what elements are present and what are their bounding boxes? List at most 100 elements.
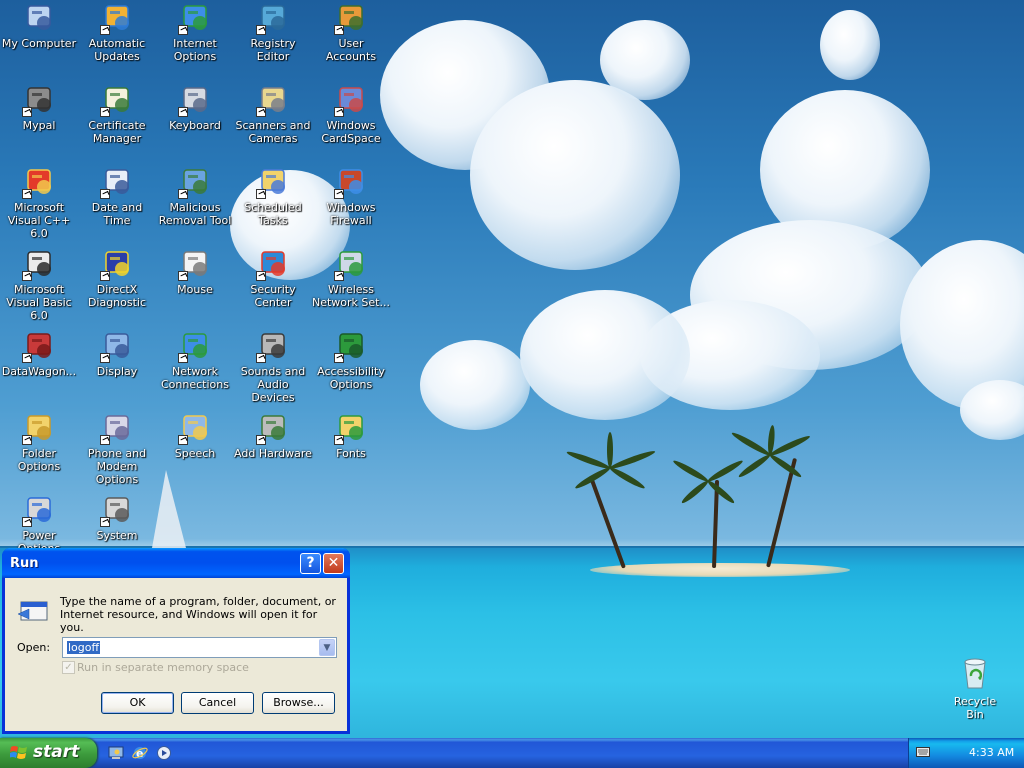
shortcut-arrow-icon: [178, 107, 188, 117]
keyboard-icon: [178, 84, 211, 117]
network-icon: [178, 330, 211, 363]
shortcut-arrow-icon: [178, 189, 188, 199]
phone-icon: [100, 412, 133, 445]
shortcut-arrow-icon: [256, 189, 266, 199]
open-combobox[interactable]: logoff ▼: [62, 637, 337, 658]
shortcut-arrow-icon: [178, 25, 188, 35]
removal-tool-icon: [178, 166, 211, 199]
shortcut-arrow-icon: [256, 435, 266, 445]
desktop-icon-label: DirectX Diagnostic: [87, 283, 147, 309]
desktop-icon[interactable]: Scanners and Cameras: [234, 82, 312, 162]
desktop-icon-label: Speech: [174, 447, 216, 460]
desktop-icon-label: Windows CardSpace: [321, 119, 381, 145]
desktop-icon[interactable]: Security Center: [234, 246, 312, 326]
desktop-icon-label: Microsoft Visual C++ 6.0: [7, 201, 71, 240]
desktop-icon[interactable]: Scheduled Tasks: [234, 164, 312, 244]
desktop-icon[interactable]: Accessibility Options: [312, 328, 390, 408]
desktop-icon[interactable]: Display: [78, 328, 156, 408]
desktop-icon-label: DataWagon...: [1, 365, 77, 378]
shortcut-arrow-icon: [100, 353, 110, 363]
desktop-icon[interactable]: Microsoft Visual C++ 6.0: [0, 164, 78, 244]
separate-memory-checkbox[interactable]: ✓: [62, 661, 75, 674]
desktop-icon[interactable]: Speech: [156, 410, 234, 490]
shortcut-arrow-icon: [100, 271, 110, 281]
desktop-icon[interactable]: My Computer: [0, 0, 78, 80]
shortcut-arrow-icon: [256, 271, 266, 281]
desktop-icon[interactable]: Date and Time: [78, 164, 156, 244]
clock-icon: [100, 166, 133, 199]
desktop-icon[interactable]: Certificate Manager: [78, 82, 156, 162]
mouse-icon: [178, 248, 211, 281]
desktop-icon-label: Automatic Updates: [88, 37, 146, 63]
shortcut-arrow-icon: [22, 189, 32, 199]
desktop-icon[interactable]: Sounds and Audio Devices: [234, 328, 312, 408]
firewall-icon: [334, 166, 367, 199]
desktop-icon-label: Date and Time: [91, 201, 143, 227]
dialog-title: Run: [10, 556, 39, 571]
desktop-icon[interactable]: Mypal: [0, 82, 78, 162]
desktop-icon[interactable]: Mouse: [156, 246, 234, 326]
show-desktop-icon[interactable]: [108, 745, 124, 761]
desktop-icon-label: System: [96, 529, 138, 542]
windows-logo-icon: [10, 746, 27, 759]
ok-button[interactable]: OK: [101, 692, 174, 714]
desktop-icon[interactable]: Malicious Removal Tool: [156, 164, 234, 244]
close-button[interactable]: ✕: [323, 553, 344, 574]
certificate-icon: [100, 84, 133, 117]
start-button[interactable]: start: [0, 738, 97, 768]
desktop-icon[interactable]: Phone and Modem Options: [78, 410, 156, 490]
desktop-icon-label: Security Center: [250, 283, 296, 309]
chevron-down-icon[interactable]: ▼: [319, 639, 335, 656]
speech-icon: [178, 412, 211, 445]
desktop-icon[interactable]: Registry Editor: [234, 0, 312, 80]
desktop-icon[interactable]: Folder Options: [0, 410, 78, 490]
desktop-icon-label: Phone and Modem Options: [87, 447, 147, 486]
registry-icon: [256, 2, 289, 35]
display-icon: [100, 330, 133, 363]
visual-basic-icon: [22, 248, 55, 281]
desktop-icon[interactable]: Fonts: [312, 410, 390, 490]
desktop-icon-label: Fonts: [336, 447, 366, 460]
run-program-icon: [18, 601, 48, 621]
open-input[interactable]: logoff: [67, 641, 101, 654]
desktop-icon[interactable]: Windows Firewall: [312, 164, 390, 244]
internet-explorer-icon[interactable]: e: [132, 745, 148, 761]
taskbar: start e 4:33 AM: [0, 738, 1024, 768]
keyboard-icon[interactable]: [916, 747, 930, 757]
scanner-icon: [256, 84, 289, 117]
desktop-icon[interactable]: Windows CardSpace: [312, 82, 390, 162]
desktop-icon[interactable]: Keyboard: [156, 82, 234, 162]
shortcut-arrow-icon: [100, 517, 110, 527]
shortcut-arrow-icon: [334, 25, 344, 35]
desktop-icon-label: Sounds and Audio Devices: [240, 365, 306, 404]
desktop-icon[interactable]: Microsoft Visual Basic 6.0: [0, 246, 78, 326]
island: [590, 563, 850, 577]
desktop-icon[interactable]: Automatic Updates: [78, 0, 156, 80]
users-icon: [334, 2, 367, 35]
desktop-icon[interactable]: DataWagon...: [0, 328, 78, 408]
recycle-bin[interactable]: Recycle Bin: [944, 656, 1006, 721]
desktop-icon-label: Network Connections: [161, 365, 229, 391]
dialog-description: Type the name of a program, folder, docu…: [60, 595, 336, 634]
desktop-icon[interactable]: Add Hardware: [234, 410, 312, 490]
help-button[interactable]: ?: [300, 553, 321, 574]
desktop-icon[interactable]: Wireless Network Set...: [312, 246, 390, 326]
speaker-icon: [256, 330, 289, 363]
desktop-icon-label: Malicious Removal Tool: [158, 201, 232, 227]
shortcut-arrow-icon: [100, 107, 110, 117]
desktop-icon[interactable]: Internet Options: [156, 0, 234, 80]
desktop-icon-label: Mouse: [177, 283, 213, 296]
desktop-icon[interactable]: User Accounts: [312, 0, 390, 80]
run-dialog-titlebar[interactable]: Run ? ✕: [2, 548, 350, 578]
clock[interactable]: 4:33 AM: [969, 746, 1014, 759]
scheduled-tasks-icon: [256, 166, 289, 199]
desktop-icon-label: My Computer: [1, 37, 77, 50]
desktop-icon-label: Scheduled Tasks: [244, 201, 302, 227]
media-player-icon[interactable]: [156, 745, 172, 761]
open-label: Open:: [17, 641, 51, 654]
desktop-icon[interactable]: Network Connections: [156, 328, 234, 408]
directx-icon: [100, 248, 133, 281]
desktop-icon[interactable]: DirectX Diagnostic: [78, 246, 156, 326]
browse-button[interactable]: Browse...: [262, 692, 335, 714]
cancel-button[interactable]: Cancel: [181, 692, 254, 714]
